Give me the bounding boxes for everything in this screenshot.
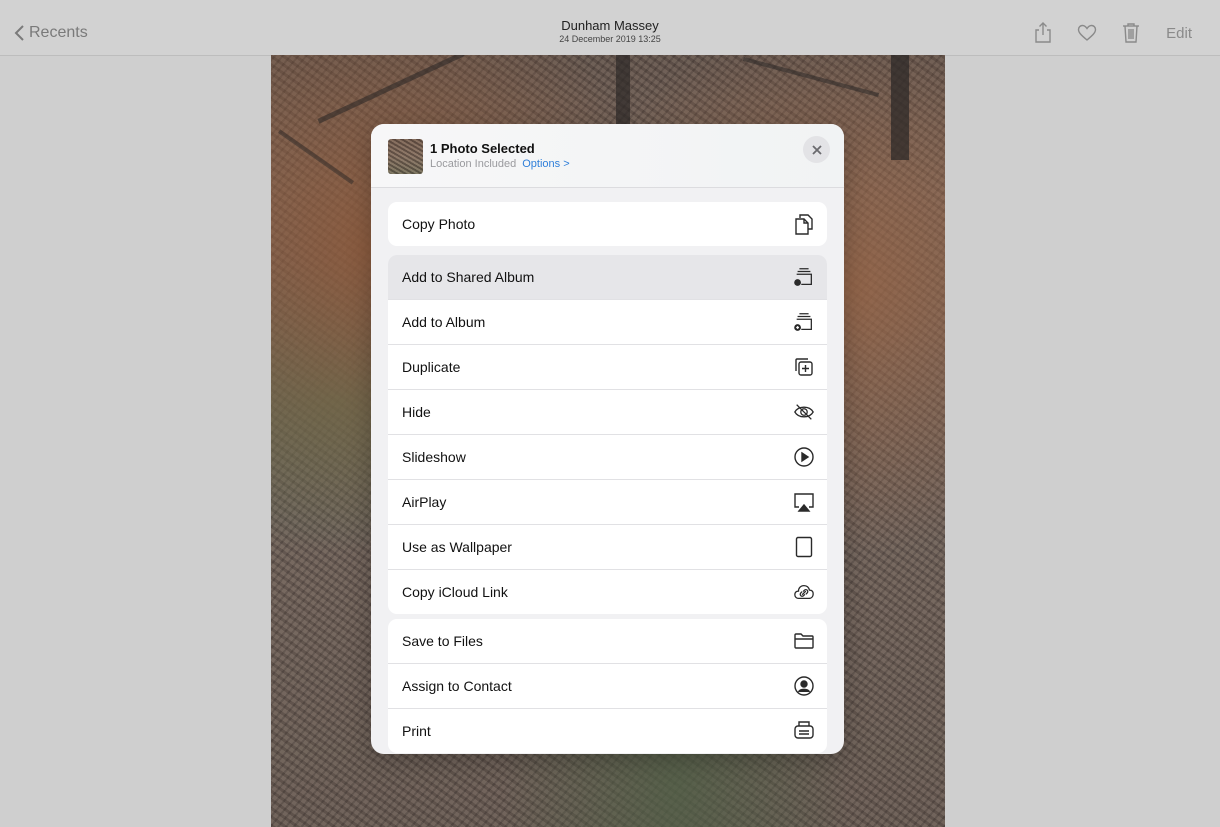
share-sheet-header: 1 Photo Selected Location Included Option…: [371, 124, 844, 188]
action-add-to-album[interactable]: Add to Album: [388, 300, 827, 345]
delete-button[interactable]: [1120, 22, 1142, 44]
action-save-to-files[interactable]: Save to Files: [388, 619, 827, 664]
edit-button[interactable]: Edit: [1166, 25, 1192, 42]
tree-branch: [317, 55, 465, 124]
action-copy-icloud-link[interactable]: Copy iCloud Link: [388, 570, 827, 614]
top-actions: Edit: [1032, 20, 1192, 46]
close-button[interactable]: [803, 136, 830, 163]
action-group-other: Save to Files Assign to Contact Print: [388, 619, 827, 753]
action-assign-to-contact[interactable]: Assign to Contact: [388, 664, 827, 709]
action-add-to-shared-album[interactable]: Add to Shared Album: [388, 255, 827, 300]
heart-icon: [1077, 24, 1097, 41]
action-airplay[interactable]: AirPlay: [388, 480, 827, 525]
action-label: Add to Shared Album: [402, 269, 535, 285]
airplay-icon: [793, 491, 815, 513]
folder-icon: [793, 630, 815, 652]
action-label: Print: [402, 723, 431, 739]
action-label: Save to Files: [402, 633, 483, 649]
photo-date: 24 December 2019 13:25: [559, 34, 661, 44]
close-icon: [811, 144, 822, 155]
selection-subtitle: Location Included Options >: [430, 158, 570, 170]
duplicate-icon: [793, 356, 815, 378]
shared-album-icon: [793, 266, 815, 288]
icloud-link-icon: [793, 581, 815, 603]
photo-title-block: Dunham Massey 24 December 2019 13:25: [460, 18, 760, 45]
action-label: Copy Photo: [402, 216, 476, 232]
tree-branch: [277, 129, 355, 185]
action-copy-photo[interactable]: Copy Photo: [388, 202, 827, 246]
share-sheet: 1 Photo Selected Location Included Option…: [371, 124, 844, 754]
action-duplicate[interactable]: Duplicate: [388, 345, 827, 390]
photo-thumbnail: [388, 139, 423, 174]
trash-icon: [1123, 23, 1140, 43]
favorite-button[interactable]: [1076, 22, 1098, 44]
action-label: Use as Wallpaper: [402, 539, 512, 555]
action-group-photo: Add to Shared Album Add to Album Duplica…: [388, 255, 827, 614]
action-label: Duplicate: [402, 359, 461, 375]
action-label: Hide: [402, 404, 431, 420]
action-use-as-wallpaper[interactable]: Use as Wallpaper: [388, 525, 827, 570]
eye-slash-icon: [793, 401, 815, 423]
contact-icon: [793, 675, 815, 697]
back-button[interactable]: Recents: [14, 20, 88, 46]
action-slideshow[interactable]: Slideshow: [388, 435, 827, 480]
action-label: Assign to Contact: [402, 678, 512, 694]
tree-trunk: [891, 55, 909, 160]
tree-branch: [742, 56, 880, 98]
chevron-left-icon: [14, 25, 24, 41]
selection-title: 1 Photo Selected: [430, 141, 535, 156]
options-link[interactable]: Options >: [522, 158, 569, 170]
photo-title: Dunham Massey: [561, 18, 659, 33]
navigation-bar: Recents Dunham Massey 24 December 2019 1…: [0, 0, 1220, 56]
share-icon: [1035, 22, 1051, 43]
action-label: Slideshow: [402, 449, 466, 465]
location-status: Location Included: [430, 158, 517, 170]
action-label: AirPlay: [402, 494, 447, 510]
action-label: Add to Album: [402, 314, 486, 330]
action-hide[interactable]: Hide: [388, 390, 827, 435]
action-print[interactable]: Print: [388, 709, 827, 753]
wallpaper-icon: [793, 536, 815, 558]
share-button[interactable]: [1032, 22, 1054, 44]
printer-icon: [793, 720, 815, 742]
add-album-icon: [793, 311, 815, 333]
play-circle-icon: [793, 446, 815, 468]
copy-icon: [793, 213, 815, 235]
action-group-copy: Copy Photo: [388, 202, 827, 246]
action-label: Copy iCloud Link: [402, 584, 508, 600]
back-button-label: Recents: [29, 24, 88, 41]
